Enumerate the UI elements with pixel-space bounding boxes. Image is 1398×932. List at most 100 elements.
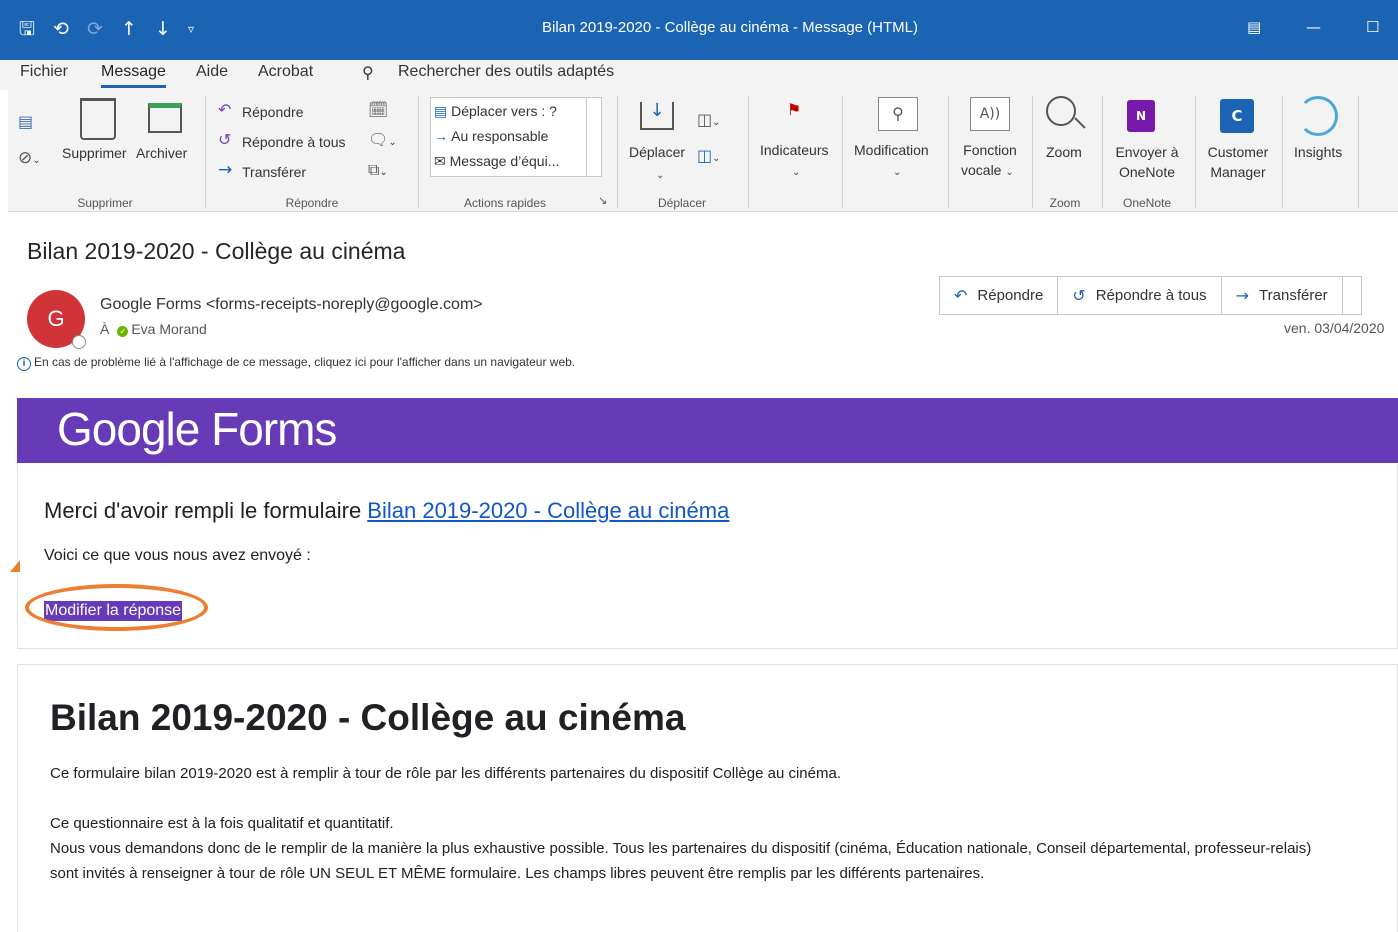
ribbon-divider [617,96,618,208]
form-title: Bilan 2019-2020 - Collège au cinéma [50,697,686,738]
dictate-label-line2[interactable]: vocale ⌄ [961,162,1014,178]
forward-button[interactable]: Transférer [242,164,306,180]
sender[interactable]: Google Forms <forms-receipts-noreply@goo… [100,296,483,314]
insights-icon[interactable] [1298,96,1338,136]
reply-all-message-button[interactable]: ↺ Répondre à tous [1057,276,1222,315]
minimize-icon[interactable]: — [1306,18,1321,36]
more-actions-button[interactable] [1341,276,1362,315]
message-actions: ↶ Répondre ↺ Répondre à tous → Transférer [939,276,1362,315]
form-description-1: Ce formulaire bilan 2019-2020 est à remp… [50,765,841,782]
maximize-icon[interactable]: ☐ [1366,18,1379,36]
delete-button[interactable]: Supprimer [62,145,127,161]
recipient[interactable]: Eva Morand [131,321,206,337]
ribbon-divider [205,96,206,208]
message-date: ven. 03/04/2020 [1284,320,1385,336]
move-button[interactable]: Déplacer [629,144,685,160]
form-link[interactable]: Bilan 2019-2020 - Collège au cinéma [367,498,729,523]
available-status-icon: ✓ [117,326,129,337]
dictate-chevron-icon: ⌄ [1005,167,1014,178]
quick-step-to-manager[interactable]: → Au responsable [434,128,548,144]
im-icon[interactable]: 🗨⌄ [368,130,397,149]
ribbon-divider [1195,96,1196,208]
forward-icon: → [1235,286,1250,305]
ribbon-divider [748,96,749,208]
reply-icon: ↶ [218,100,232,119]
editing-chevron-icon[interactable]: ⌄ [893,160,901,179]
ribbon-display-icon[interactable]: ▤ [1247,18,1261,36]
thanks-message: Merci d'avoir rempli le formulaire Bilan… [44,498,730,523]
tab-acrobat[interactable]: Acrobat [258,63,313,81]
ribbon-divider [1358,96,1359,208]
junk-icon[interactable]: ⊘⌄ [18,148,41,168]
group-label-repondre: Répondre [285,196,339,210]
move-icon[interactable]: ↓ [640,102,674,130]
group-label-onenote: OneNote [1122,196,1172,210]
tags-chevron-icon[interactable]: ⌄ [792,160,800,179]
zoom-icon[interactable] [1046,96,1076,126]
group-label-actions-rapides: Actions rapides [463,196,547,210]
envelope-icon: ✉ [434,153,446,169]
move-chevron-icon[interactable]: ⌄ [656,163,664,182]
customer-manager-icon[interactable]: C [1220,99,1254,133]
message-subject: Bilan 2019-2020 - Collège au cinéma [27,238,406,264]
ribbon-divider [1032,96,1033,208]
reply-all-button[interactable]: Répondre à tous [242,134,346,150]
zoom-button[interactable]: Zoom [1046,144,1082,160]
send-onenote-line2[interactable]: OneNote [1105,164,1189,180]
group-label-zoom: Zoom [1049,196,1081,210]
reply-message-button[interactable]: ↶ Répondre [939,276,1059,315]
dialog-launcher-icon[interactable]: ↘ [598,194,607,207]
ribbon-divider [418,96,419,208]
move-to-icon: ▤ [434,103,448,119]
customer-manager-line2[interactable]: Manager [1198,164,1278,180]
presence-status-icon [72,335,86,349]
quick-step-team-email[interactable]: ✉ Message d’équi... [434,153,559,170]
arrow-right-icon: → [434,128,448,144]
annotation-circle [25,584,208,631]
window-title: Bilan 2019-2020 - Collège au cinéma - Me… [541,19,918,36]
reply-all-icon: ↺ [218,130,232,149]
quick-steps-scroll[interactable] [586,97,602,177]
ribbon-divider [1102,96,1103,208]
tab-fichier[interactable]: Fichier [20,63,68,81]
quick-step-move-to[interactable]: ▤ Déplacer vers : ? [434,103,557,120]
group-label-deplacer: Déplacer [657,196,707,210]
tab-message[interactable]: Message [101,63,166,88]
tags-button[interactable]: Indicateurs [760,142,828,158]
ignore-icon[interactable]: ▤ [18,112,33,131]
group-label-supprimer: Supprimer [77,196,133,210]
onenote-icon[interactable]: N [1127,100,1155,132]
editing-button[interactable]: Modification [854,142,929,158]
more-respond-icon[interactable]: ⧉⌄ [368,160,388,180]
archive-icon[interactable] [148,103,182,133]
ribbon-divider [1282,96,1283,208]
info-icon: i [17,357,31,371]
forward-message-button[interactable]: → Transférer [1220,276,1343,315]
sent-text: Voici ce que vous nous avez envoyé : [44,547,311,564]
reply-all-icon: ↺ [1072,286,1086,305]
search-tools-input[interactable]: Rechercher des outils adaptés [398,63,614,81]
reply-icon: ↶ [954,286,968,305]
rules-icon[interactable]: ◫⌄ [697,110,721,129]
search-icon[interactable]: ⚲ [878,97,918,131]
dictate-label-line1[interactable]: Fonction [955,142,1025,158]
forward-icon: → [218,160,233,180]
send-onenote-line1[interactable]: Envoyer à [1105,144,1189,160]
lightbulb-icon: ⚲ [362,63,374,82]
dictate-icon[interactable]: A)) [970,97,1010,131]
recipient-line: À ✓ Eva Morand [100,321,207,337]
tab-aide[interactable]: Aide [196,63,228,81]
info-bar[interactable]: i En cas de problème lié à l'affichage de… [17,355,575,371]
trash-icon[interactable] [80,98,116,140]
reply-button[interactable]: Répondre [242,104,304,120]
flag-icon[interactable]: ⚑ [786,100,802,120]
customer-manager-line1[interactable]: Customer [1198,144,1278,160]
form-description-3: Nous vous demandons donc de le remplir d… [50,840,1312,882]
title-bar: 🖫 ⟲ ⟳ ↑ ↓ ▿ Bilan 2019-2020 - Collège au… [0,0,1398,60]
archive-button[interactable]: Archiver [136,145,187,161]
menu-bar: Fichier Message Aide Acrobat ⚲ Recherche… [0,60,1398,90]
insights-button[interactable]: Insights [1294,144,1342,160]
google-forms-logo: Google Forms [57,403,337,455]
meeting-icon[interactable]: 🗓 [368,100,388,119]
onenote-move-icon[interactable]: ◫⌄ [697,146,721,165]
